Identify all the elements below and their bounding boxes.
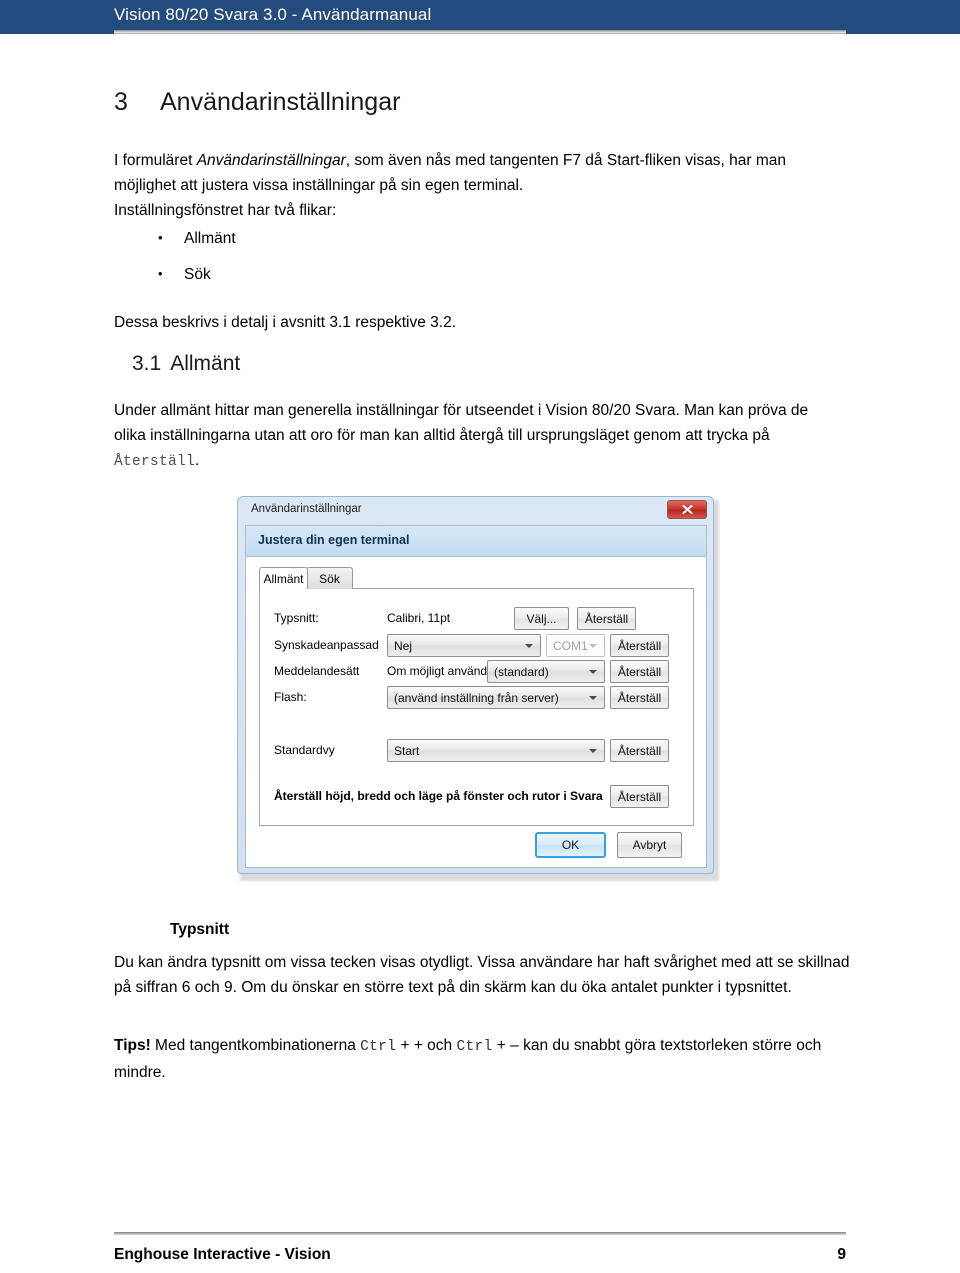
dialog-titlebar: Användarinställningar: [238, 497, 713, 525]
label-typsnitt: Typsnitt:: [274, 611, 319, 625]
tips-mono-ctrl-2: Ctrl: [456, 1039, 493, 1055]
chevron-down-icon: [525, 644, 533, 648]
dialog-banner: Justera din egen terminal: [246, 526, 706, 557]
bullet-label-allmant: Allmänt: [184, 230, 236, 247]
standardvy-select[interactable]: Start: [387, 739, 605, 762]
under-allmant-paragraph: Under allmänt hittar man generella instä…: [114, 398, 834, 475]
section-title-text: Användarinställningar: [160, 88, 401, 116]
label-flash: Flash:: [274, 690, 307, 704]
page-header-band: Vision 80/20 Svara 3.0 - Användarmanual: [0, 0, 960, 34]
tab-sok-label: Sök: [319, 571, 340, 586]
tips-part1: Med tangentkombinationerna: [150, 1037, 361, 1054]
flash-select[interactable]: (använd inställning från server): [387, 686, 605, 709]
typsnitt-paragraph: Du kan ändra typsnitt om vissa tecken vi…: [114, 954, 850, 996]
cancel-button[interactable]: Avbryt: [617, 832, 682, 858]
label-standardvy: Standardvy: [274, 743, 335, 757]
value-typsnitt: Calibri, 11pt: [387, 611, 451, 625]
flash-value: (använd inställning från server): [394, 691, 559, 705]
dessa-line: Dessa beskrivs i detalj i avsnitt 3.1 re…: [114, 314, 457, 331]
subsection-number: 3.1: [132, 352, 162, 375]
tab-allmant-label: Allmänt: [263, 571, 304, 586]
meddelandesatt-value: (standard): [494, 665, 549, 679]
intro-paragraph: I formuläret Användarinställningar, som …: [114, 148, 814, 198]
subsection-title: 3.1 Allmänt: [132, 352, 240, 376]
reset-layout-text: Återställ höjd, bredd och läge på fönste…: [274, 789, 603, 803]
row-flash: Flash: (använd inställning från server) …: [274, 686, 679, 710]
footer-left-text: Enghouse Interactive - Vision: [114, 1246, 331, 1263]
list-item: Sök: [114, 263, 236, 300]
footer-page-number: 9: [837, 1246, 846, 1263]
reset-meddelandesatt-button[interactable]: Återställ: [610, 660, 669, 683]
dialog-action-buttons: OK Avbryt: [246, 832, 708, 858]
tab-sok[interactable]: Sök: [306, 567, 353, 589]
tabs-bullet-list: Allmänt Sök: [114, 227, 236, 300]
synskadeanpassad-select[interactable]: Nej: [387, 634, 541, 657]
row-synskadeanpassad: Synskadeanpassad Nej COM1 Återställ: [274, 634, 679, 658]
choose-font-button[interactable]: Välj...: [514, 607, 569, 630]
dialog-tabpanel: Typsnitt: Calibri, 11pt Välj... Återstäl…: [259, 588, 694, 826]
reset-standardvy-button[interactable]: Återställ: [610, 739, 669, 762]
chevron-down-icon: [589, 749, 597, 753]
dialog-window-title: Användarinställningar: [251, 503, 362, 515]
ok-button[interactable]: OK: [535, 832, 606, 858]
under-paragraph-part1: Under allmänt hittar man generella instä…: [114, 402, 809, 444]
synskadeanpassad-value: Nej: [394, 639, 413, 653]
chevron-down-icon: [589, 670, 597, 674]
dialog-tabstrip: Allmänt Sök: [259, 567, 681, 589]
reset-layout-button[interactable]: Återställ: [610, 785, 669, 808]
row-standardvy: Standardvy Start Återställ: [274, 739, 679, 763]
page-title: 3 Användarinställningar: [114, 88, 400, 117]
tips-paragraph: Tips! Med tangentkombinationerna Ctrl + …: [114, 1033, 854, 1085]
reset-typsnitt-button[interactable]: Återställ: [577, 607, 636, 630]
dialog-banner-title: Justera din egen terminal: [258, 533, 410, 547]
meddelandesatt-select[interactable]: (standard): [487, 660, 605, 683]
com-port-value: COM1: [553, 639, 588, 653]
header-divider-rule: [114, 30, 846, 34]
intro-before-italic: I formuläret: [114, 152, 197, 169]
label-meddelandesatt: Meddelandesätt: [274, 664, 360, 678]
chevron-down-icon: [589, 644, 597, 648]
com-port-select: COM1: [546, 634, 605, 657]
footer-divider-rule: [114, 1232, 846, 1235]
document-header-title: Vision 80/20 Svara 3.0 - Användarmanual: [114, 5, 432, 24]
two-tabs-line: Inställningsfönstret har två flikar:: [114, 202, 337, 219]
close-icon[interactable]: [667, 500, 707, 519]
dialog-window: Användarinställningar Justera din egen t…: [237, 496, 714, 874]
tips-part2: + + och: [396, 1037, 457, 1054]
reset-synskadeanpassad-button[interactable]: Återställ: [610, 634, 669, 657]
section-number: 3: [114, 88, 128, 116]
row-meddelandesatt: Meddelandesätt Om möjligt använd (standa…: [274, 660, 679, 684]
under-paragraph-part2: .: [195, 452, 200, 469]
tab-panel-seam-mask: [260, 588, 306, 590]
tips-label: Tips!: [114, 1037, 151, 1054]
dialog-client-area: Justera din egen terminal Allmänt Sök Ty…: [245, 525, 707, 868]
tips-mono-ctrl-1: Ctrl: [360, 1039, 397, 1055]
tab-allmant[interactable]: Allmänt: [259, 567, 308, 589]
reset-flash-button[interactable]: Återställ: [610, 686, 669, 709]
chevron-down-icon: [589, 696, 597, 700]
typsnitt-heading: Typsnitt: [170, 921, 230, 938]
row-typsnitt: Typsnitt: Calibri, 11pt Välj... Återstäl…: [274, 607, 679, 631]
user-settings-dialog-screenshot: Användarinställningar Justera din egen t…: [232, 492, 720, 881]
subsection-title-text: Allmänt: [170, 352, 241, 375]
intro-italic-term: Användarinställningar: [196, 152, 346, 169]
list-item: Allmänt: [114, 227, 236, 264]
standardvy-value: Start: [394, 744, 420, 758]
bullet-label-sok: Sök: [184, 266, 211, 283]
value-meddelandesatt-prefix: Om möjligt använd: [387, 664, 488, 678]
label-synskadeanpassad: Synskadeanpassad: [274, 638, 379, 652]
under-paragraph-mono-term: Återställ: [114, 454, 196, 470]
